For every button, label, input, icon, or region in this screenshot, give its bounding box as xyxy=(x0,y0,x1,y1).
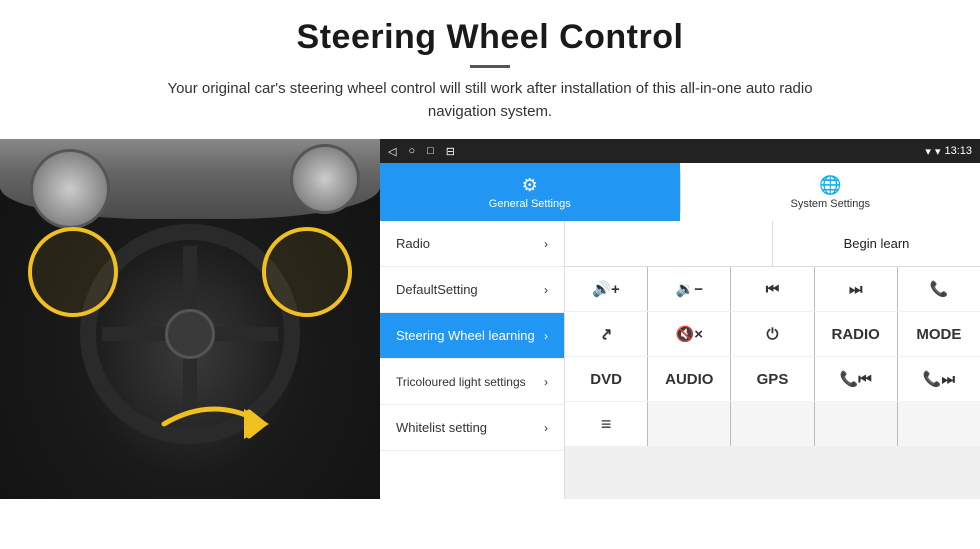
audio-label: AUDIO xyxy=(665,371,713,388)
whitelist-label: Whitelist setting xyxy=(396,420,487,435)
menu-item-steering[interactable]: Steering Wheel learning › xyxy=(380,313,564,359)
main-content: ◁ ○ □ ⊟ ▾ ▾ 13:13 ⚙ General Settings 🌐 S… xyxy=(0,139,980,499)
empty-btn-4 xyxy=(815,402,897,446)
tab-general[interactable]: ⚙ General Settings xyxy=(380,163,680,221)
page-title: Steering Wheel Control xyxy=(40,18,940,57)
android-panel: ◁ ○ □ ⊟ ▾ ▾ 13:13 ⚙ General Settings 🌐 S… xyxy=(380,139,980,499)
wifi-icon: ▾ xyxy=(925,145,931,158)
hang-up-button[interactable]: ↩ xyxy=(565,312,647,356)
begin-learn-row: Begin learn xyxy=(565,221,980,267)
steering-label: Steering Wheel learning xyxy=(396,328,535,343)
chevron-default: › xyxy=(544,283,548,297)
default-label: DefaultSetting xyxy=(396,282,478,297)
empty-btn-5 xyxy=(898,402,980,446)
empty-btn-3 xyxy=(731,402,813,446)
gear-icon: ⚙ xyxy=(522,175,538,196)
chevron-whitelist: › xyxy=(544,421,548,435)
next-icon: ⏭ xyxy=(849,281,863,298)
gauge-left xyxy=(30,149,110,229)
phone-prev-button[interactable]: 📞⏮ xyxy=(815,357,897,401)
tab-system-label: System Settings xyxy=(791,198,870,210)
vol-down-button[interactable]: 🔉− xyxy=(648,267,730,311)
power-icon: ⏻ xyxy=(767,326,779,343)
vol-up-icon: 🔊+ xyxy=(592,280,619,298)
tab-general-label: General Settings xyxy=(489,198,571,210)
mute-icon: 🔇× xyxy=(676,325,703,343)
chevron-radio: › xyxy=(544,237,548,251)
globe-icon: 🌐 xyxy=(819,175,841,196)
menu-item-default[interactable]: DefaultSetting › xyxy=(380,267,564,313)
gauge-right xyxy=(290,144,360,214)
signal-icon: ▾ xyxy=(935,145,941,158)
prev-track-button[interactable]: ⏮ xyxy=(731,267,813,311)
menu-item-radio[interactable]: Radio › xyxy=(380,221,564,267)
audio-button[interactable]: AUDIO xyxy=(648,357,730,401)
radio-label: Radio xyxy=(396,236,430,251)
next-track-button[interactable]: ⏭ xyxy=(815,267,897,311)
page-description: Your original car's steering wheel contr… xyxy=(140,78,840,123)
prev-icon: ⏮ xyxy=(766,281,780,298)
status-bar-info: ▾ ▾ 13:13 xyxy=(925,145,972,158)
control-row-2: ↩ 🔇× ⏻ RADIO MODE xyxy=(565,312,980,356)
dvd-label: DVD xyxy=(590,371,622,388)
back-icon: ◁ xyxy=(388,145,396,158)
left-menu: Radio › DefaultSetting › Steering Wheel … xyxy=(380,221,565,499)
radio-label: RADIO xyxy=(832,326,880,343)
menu-item-whitelist[interactable]: Whitelist setting › xyxy=(380,405,564,451)
phone-next-icon: 📞⏭ xyxy=(923,370,955,388)
status-bar-nav: ◁ ○ □ ⊟ xyxy=(388,145,455,158)
vol-up-button[interactable]: 🔊+ xyxy=(565,267,647,311)
arrow xyxy=(154,394,274,459)
app-icon: ⊟ xyxy=(446,145,455,158)
dvd-button[interactable]: DVD xyxy=(565,357,647,401)
device-screen: Radio › DefaultSetting › Steering Wheel … xyxy=(380,221,980,499)
phone-next-button[interactable]: 📞⏭ xyxy=(898,357,980,401)
recents-icon: □ xyxy=(427,145,434,157)
right-controls: Begin learn 🔊+ 🔉− ⏮ ⏭ xyxy=(565,221,980,499)
phone-button[interactable]: 📞 xyxy=(898,267,980,311)
hangup-icon: ↩ xyxy=(595,323,617,345)
list-icon: ≡ xyxy=(601,414,612,435)
tab-bar: ⚙ General Settings 🌐 System Settings xyxy=(380,163,980,221)
empty-cell xyxy=(565,221,773,266)
gps-label: GPS xyxy=(757,371,789,388)
phone-icon: 📞 xyxy=(930,280,949,298)
home-icon: ○ xyxy=(408,145,415,157)
page-header: Steering Wheel Control Your original car… xyxy=(0,0,980,133)
vol-down-icon: 🔉− xyxy=(676,280,703,298)
time-display: 13:13 xyxy=(944,145,972,157)
car-image xyxy=(0,139,380,499)
control-row-3: DVD AUDIO GPS 📞⏮ 📞⏭ xyxy=(565,357,980,401)
status-bar: ◁ ○ □ ⊟ ▾ ▾ 13:13 xyxy=(380,139,980,163)
list-button[interactable]: ≡ xyxy=(565,402,647,446)
tab-system[interactable]: 🌐 System Settings xyxy=(681,163,980,221)
chevron-steering: › xyxy=(544,329,548,343)
highlight-circle-left xyxy=(28,227,118,317)
empty-btn-2 xyxy=(648,402,730,446)
begin-learn-button[interactable]: Begin learn xyxy=(773,221,980,266)
title-divider xyxy=(470,65,510,68)
highlight-circle-right xyxy=(262,227,352,317)
gps-button[interactable]: GPS xyxy=(731,357,813,401)
control-row-1: 🔊+ 🔉− ⏮ ⏭ 📞 xyxy=(565,267,980,311)
control-row-4: ≡ xyxy=(565,402,980,446)
power-button[interactable]: ⏻ xyxy=(731,312,813,356)
tricoloured-label: Tricoloured light settings xyxy=(396,375,526,389)
menu-item-tricoloured[interactable]: Tricoloured light settings › xyxy=(380,359,564,405)
mode-button[interactable]: MODE xyxy=(898,312,980,356)
chevron-tricoloured: › xyxy=(544,375,548,389)
phone-prev-icon: 📞⏮ xyxy=(840,370,872,388)
dashboard xyxy=(0,139,380,219)
radio-mode-button[interactable]: RADIO xyxy=(815,312,897,356)
mode-label: MODE xyxy=(916,326,961,343)
mute-button[interactable]: 🔇× xyxy=(648,312,730,356)
